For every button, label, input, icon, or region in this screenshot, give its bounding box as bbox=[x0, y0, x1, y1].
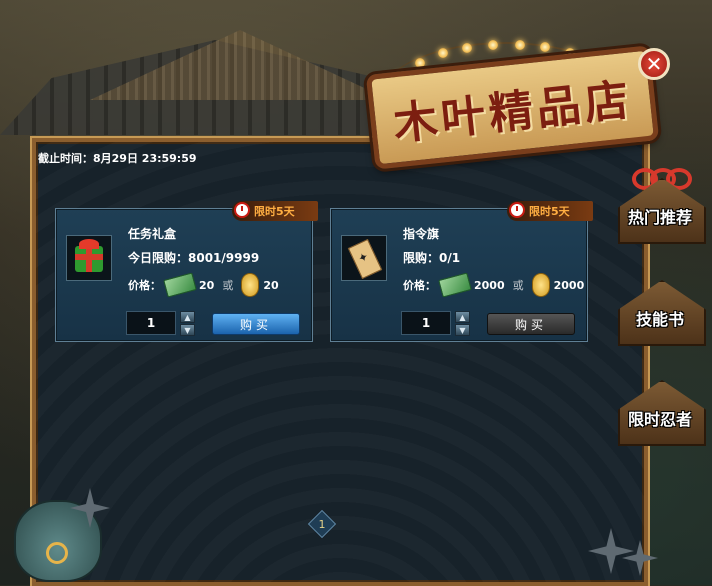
price-label: 价格： bbox=[128, 279, 161, 292]
clock-icon bbox=[509, 202, 525, 218]
lantern-bulb bbox=[438, 48, 448, 58]
quantity-decrease-button[interactable]: ▼ bbox=[180, 324, 195, 336]
limited-time-label: 限时5天 bbox=[529, 205, 570, 218]
tab-limited-ninja[interactable]: 限时忍者 bbox=[612, 380, 708, 446]
gold-price: 20 bbox=[263, 278, 279, 292]
purchase-limit-text: 限购：0/1 bbox=[403, 251, 461, 265]
command-flag-icon[interactable] bbox=[341, 235, 387, 281]
or-text: 或 bbox=[222, 279, 234, 292]
limited-time-badge: 限时5天 bbox=[507, 201, 593, 221]
shop-item-card: 限时5天 任务礼盒 今日限购：8001/9999 价格： 20 或 20 1 ▲… bbox=[55, 201, 318, 342]
item-name: 指令旗 bbox=[403, 227, 440, 241]
quantity-input[interactable]: 1 bbox=[401, 311, 451, 335]
price-row: 价格： 2000 或 2000 bbox=[403, 272, 585, 298]
lantern-bulb bbox=[540, 42, 550, 52]
gold-coin-icon bbox=[241, 273, 260, 297]
gold-price: 2000 bbox=[553, 278, 585, 292]
command-flag-scroll bbox=[347, 238, 383, 280]
lantern-bulb bbox=[515, 40, 525, 50]
item-name: 任务礼盒 bbox=[128, 227, 177, 241]
limited-time-badge: 限时5天 bbox=[232, 201, 318, 221]
cash-price: 2000 bbox=[474, 278, 505, 292]
price-label: 价格： bbox=[403, 279, 436, 292]
gift-box-icon[interactable] bbox=[66, 235, 112, 281]
lantern-bulb bbox=[488, 40, 498, 50]
lantern-bulb bbox=[462, 43, 472, 53]
tab-label: 技能书 bbox=[635, 310, 684, 329]
page-number: 1 bbox=[318, 517, 326, 531]
quantity-increase-button[interactable]: ▲ bbox=[455, 311, 470, 323]
gold-coin-icon bbox=[531, 273, 550, 297]
quantity-increase-button[interactable]: ▲ bbox=[180, 311, 195, 323]
limited-time-label: 限时5天 bbox=[254, 205, 295, 218]
quantity-decrease-button[interactable]: ▼ bbox=[455, 324, 470, 336]
shop-item-card: 限时5天 指令旗 限购：0/1 价格： 2000 或 2000 1 ▲ ▼ 购买 bbox=[330, 201, 593, 342]
tab-label: 限时忍者 bbox=[627, 410, 692, 429]
buy-button[interactable]: 购买 bbox=[212, 313, 300, 335]
lantern-bulb bbox=[415, 58, 425, 68]
quantity-input[interactable]: 1 bbox=[126, 311, 176, 335]
or-text: 或 bbox=[512, 279, 524, 292]
gift-box-bow bbox=[79, 239, 99, 249]
clock-icon bbox=[234, 202, 250, 218]
tab-skill-books[interactable]: 技能书 bbox=[612, 280, 708, 346]
cash-price: 20 bbox=[199, 278, 215, 292]
cash-icon bbox=[163, 272, 197, 298]
price-row: 价格： 20 或 20 bbox=[128, 272, 279, 298]
shop-title: 木叶精品店 bbox=[390, 74, 635, 150]
gift-box-body bbox=[75, 246, 103, 272]
buy-button-disabled[interactable]: 购买 bbox=[487, 313, 575, 335]
cash-icon bbox=[438, 272, 472, 298]
deadline-text: 截止时间：8月29日 23:59:59 bbox=[38, 152, 197, 165]
close-icon: ✕ bbox=[645, 52, 663, 76]
purchase-limit-text: 今日限购：8001/9999 bbox=[128, 251, 260, 265]
close-button[interactable]: ✕ bbox=[638, 48, 670, 80]
tab-label: 热门推荐 bbox=[627, 208, 692, 227]
tab-hot-recommend[interactable]: 热门推荐 bbox=[612, 178, 708, 244]
